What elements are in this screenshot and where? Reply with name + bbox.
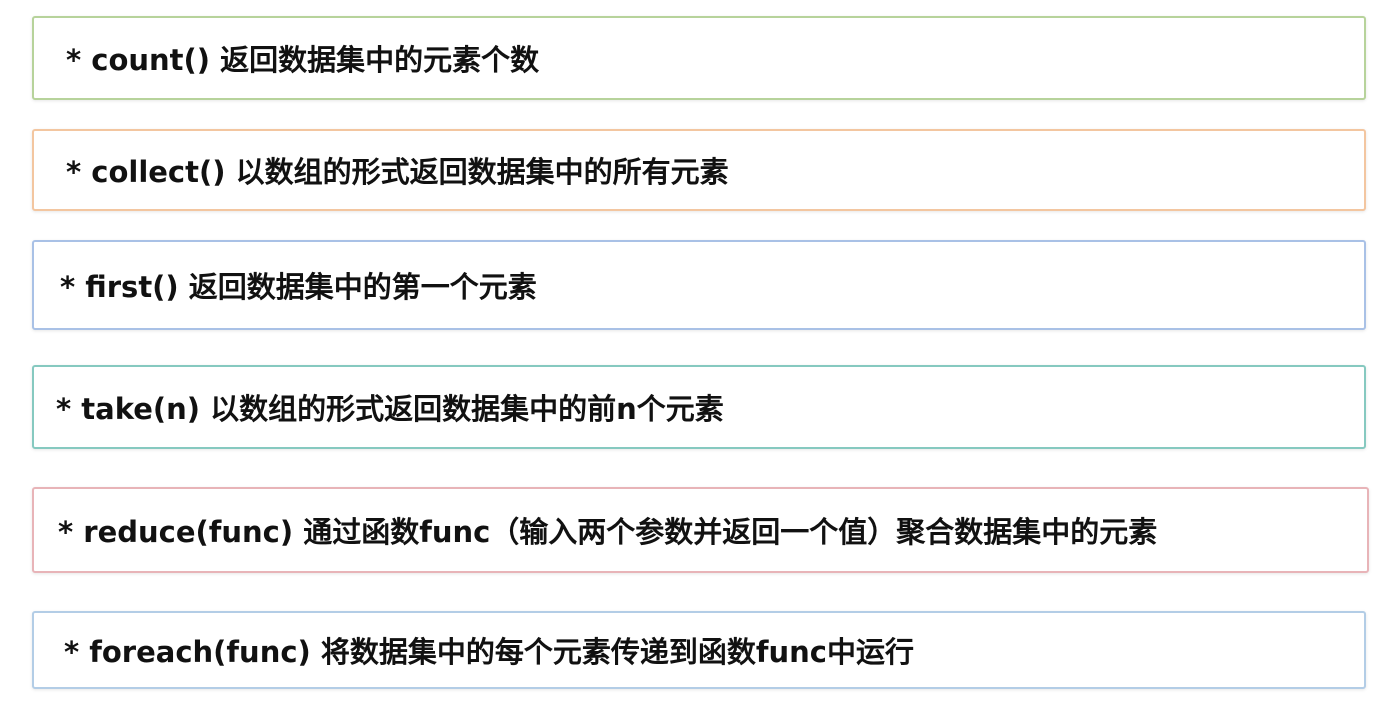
list-item: * foreach(func) 将数据集中的每个元素传递到函数func中运行 (32, 611, 1366, 689)
item-text: * take(n) 以数组的形式返回数据集中的前n个元素 (56, 392, 724, 426)
list-item: * collect() 以数组的形式返回数据集中的所有元素 (32, 129, 1366, 211)
list-item: * take(n) 以数组的形式返回数据集中的前n个元素 (32, 365, 1366, 449)
item-text: * count() 返回数据集中的元素个数 (66, 43, 540, 77)
list-item: * count() 返回数据集中的元素个数 (32, 16, 1366, 100)
list-item: * reduce(func) 通过函数func（输入两个参数并返回一个值）聚合数… (32, 487, 1369, 573)
item-text: * foreach(func) 将数据集中的每个元素传递到函数func中运行 (64, 635, 914, 669)
list-item: * first() 返回数据集中的第一个元素 (32, 240, 1366, 330)
item-text: * collect() 以数组的形式返回数据集中的所有元素 (66, 155, 729, 189)
item-text: * reduce(func) 通过函数func（输入两个参数并返回一个值）聚合数… (58, 515, 1158, 549)
item-text: * first() 返回数据集中的第一个元素 (60, 270, 537, 304)
